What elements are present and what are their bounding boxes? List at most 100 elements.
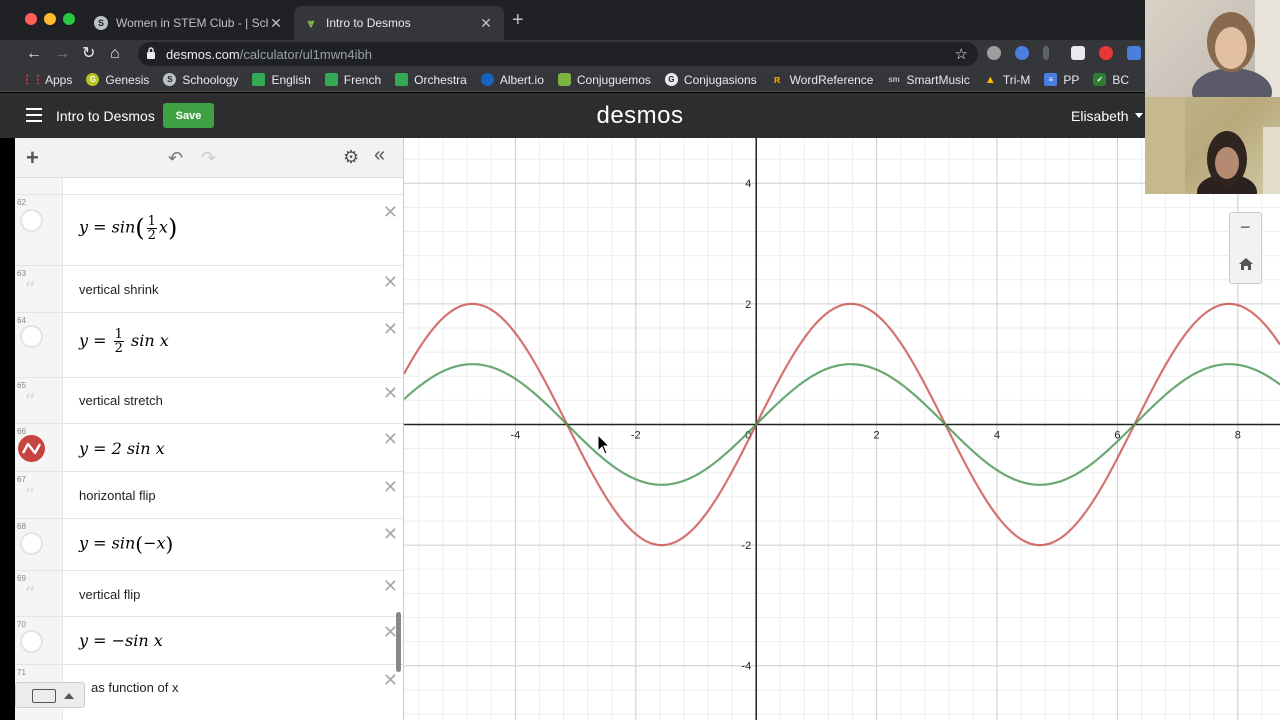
menu-icon[interactable] — [26, 108, 42, 122]
forward-arrow-icon[interactable]: → — [54, 44, 70, 64]
bookmark-smartmusic[interactable]: sm SmartMusic — [887, 73, 970, 87]
expression-row-70[interactable]: 70 y = −sin x ✕ — [15, 617, 403, 665]
close-icon[interactable]: ✕ — [383, 319, 398, 340]
row-gutter — [15, 178, 63, 194]
hidden-graph-toggle-icon[interactable] — [20, 630, 43, 653]
maximize-window-button[interactable] — [63, 13, 75, 25]
back-arrow-icon[interactable]: ← — [26, 44, 42, 64]
url-field[interactable]: desmos.com/calculator/ul1mwn4ibh ☆ — [138, 42, 978, 66]
expression-math[interactable]: y = −sin x — [79, 631, 163, 650]
expression-math[interactable]: y = 2 sin x — [79, 439, 165, 458]
close-icon[interactable]: ✕ — [478, 15, 494, 32]
expression-row-68[interactable]: 68 y = sin(−x) ✕ — [15, 519, 403, 571]
caret-down-icon[interactable] — [1135, 113, 1143, 118]
hidden-graph-toggle-icon[interactable] — [20, 209, 43, 232]
close-icon[interactable]: ✕ — [383, 670, 398, 691]
close-icon[interactable]: ✕ — [383, 383, 398, 404]
hidden-graph-toggle-icon[interactable] — [20, 532, 43, 555]
y-tick-label: 2 — [745, 299, 751, 311]
close-icon[interactable]: ✕ — [383, 429, 398, 450]
note-text[interactable]: vertical flip — [79, 587, 140, 602]
new-tab-button[interactable]: + — [512, 10, 524, 30]
tab-intro-to-desmos[interactable]: ⩔ Intro to Desmos ✕ — [294, 6, 504, 40]
hidden-graph-toggle-icon[interactable] — [20, 325, 43, 348]
expression-row-66[interactable]: 66 y = 2 sin x ✕ — [15, 424, 403, 472]
red-sine-wave-icon[interactable] — [18, 435, 45, 462]
frog-icon — [557, 73, 571, 86]
expression-math[interactable]: y = sin(−x) — [79, 532, 173, 556]
reload-icon[interactable]: ↻ — [82, 44, 95, 64]
expression-row-62[interactable]: 62 y = sin(1 2 x) ✕ — [15, 195, 403, 266]
row-number: 70 — [17, 620, 26, 629]
graph-title[interactable]: Intro to Desmos — [56, 108, 155, 124]
home-icon[interactable] — [1238, 257, 1254, 271]
extension-icon[interactable] — [1071, 46, 1085, 60]
extension-icon[interactable] — [1127, 46, 1141, 60]
user-menu[interactable]: Elisabeth — [1071, 108, 1129, 124]
extension-icon[interactable] — [1099, 46, 1113, 60]
row-number: 71 — [17, 668, 26, 677]
bookmark-wordreference[interactable]: ʀ WordReference — [771, 73, 874, 87]
extension-icon[interactable] — [1043, 46, 1049, 60]
math-text: x — [158, 217, 168, 237]
close-window-button[interactable] — [25, 13, 37, 25]
minimize-window-button[interactable] — [44, 13, 56, 25]
note-text[interactable]: vertical shrink — [79, 282, 158, 297]
bookmark-orchestra[interactable]: Orchestra — [395, 73, 467, 87]
extension-shield-icon[interactable] — [1015, 46, 1029, 60]
note-text[interactable]: horizontal flip — [79, 488, 156, 503]
bookmark-schoology[interactable]: S Schoology — [163, 73, 238, 87]
note-row-67[interactable]: 67 “ horizontal flip ✕ — [15, 472, 403, 519]
docs-icon: ≡ — [1044, 73, 1058, 86]
classroom-icon — [395, 73, 409, 86]
bookmark-label: WordReference — [789, 72, 874, 87]
bookmark-conjugasions[interactable]: G Conjugasions — [664, 73, 757, 87]
extension-icon[interactable] — [987, 46, 1001, 60]
bookmark-label: Apps — [45, 72, 73, 87]
zoom-out-button[interactable]: − — [1240, 217, 1251, 238]
bookmark-conjuguemos[interactable]: Conjuguemos — [557, 73, 651, 87]
close-icon[interactable]: ✕ — [383, 524, 398, 545]
close-icon[interactable]: ✕ — [383, 272, 398, 293]
home-icon[interactable]: ⌂ — [110, 44, 120, 64]
note-row-63[interactable]: 63 “ vertical shrink ✕ — [15, 266, 403, 313]
webcam-video-2 — [1145, 97, 1280, 194]
tab-schoology[interactable]: S Women in STEM Club - | Scho ✕ — [84, 6, 294, 40]
close-icon[interactable]: ✕ — [268, 15, 284, 32]
bookmark-genesis[interactable]: G Genesis — [86, 73, 149, 87]
quote-icon: “ — [25, 390, 36, 411]
keyboard-toggle-button[interactable] — [15, 682, 85, 708]
scrollbar-thumb[interactable] — [396, 612, 401, 672]
bookmark-french[interactable]: French — [324, 73, 381, 87]
row-gutter: 70 — [15, 617, 63, 664]
collapse-list-icon[interactable]: « — [374, 144, 385, 167]
save-button[interactable]: Save — [163, 103, 214, 128]
undo-icon[interactable]: ↶ — [168, 148, 183, 169]
bookmark-star-icon[interactable]: ☆ — [955, 45, 968, 63]
bookmark-bc[interactable]: ✓ BC — [1093, 73, 1129, 87]
math-text: y = — [79, 331, 112, 350]
note-text[interactable]: as function of x — [91, 680, 178, 695]
note-row-65[interactable]: 65 “ vertical stretch ✕ — [15, 378, 403, 424]
url-path: /calculator/ul1mwn4ibh — [239, 47, 372, 62]
bookmark-pp[interactable]: ≡ PP — [1044, 73, 1079, 87]
expression-row-64[interactable]: 64 y = 12 sin x ✕ — [15, 313, 403, 378]
close-icon[interactable]: ✕ — [383, 477, 398, 498]
bookmark-albert[interactable]: Albert.io — [480, 73, 544, 87]
add-expression-button[interactable]: + — [26, 145, 39, 171]
redo-icon[interactable]: ↷ — [201, 148, 216, 169]
close-icon[interactable]: ✕ — [383, 576, 398, 597]
quote-icon: “ — [25, 484, 36, 505]
close-icon[interactable]: ✕ — [383, 202, 398, 223]
bookmark-tri-m[interactable]: ▲ Tri-M — [984, 73, 1031, 87]
expression-math[interactable]: y = 12 sin x — [79, 328, 169, 355]
note-row-69[interactable]: 69 “ vertical flip ✕ — [15, 571, 403, 617]
bookmark-apps[interactable]: ⋮⋮ Apps — [22, 72, 73, 87]
conjugasions-icon: G — [664, 73, 678, 86]
row-gutter: 66 — [15, 424, 63, 471]
graph-paper[interactable]: -4 -2 0 2 4 6 8 4 2 -2 -4 — [404, 138, 1280, 720]
note-text[interactable]: vertical stretch — [79, 393, 163, 408]
expression-math[interactable]: y = sin(1 2 x) — [79, 214, 177, 242]
gear-icon[interactable]: ⚙ — [343, 147, 359, 168]
bookmark-english[interactable]: English — [252, 73, 311, 87]
